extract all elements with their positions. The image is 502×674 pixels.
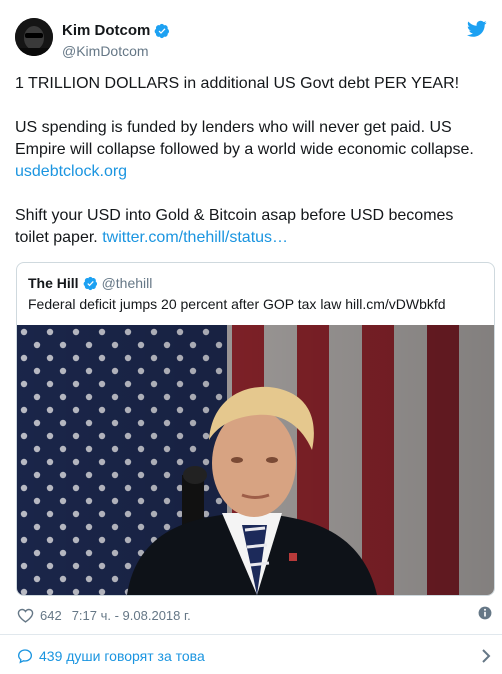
tweet-paragraph-2-text: US spending is funded by lenders who wil… <box>15 119 474 158</box>
quoted-tweet-image[interactable] <box>17 325 494 595</box>
tweet-header: Kim Dotcom @KimDotcom <box>15 18 487 62</box>
tweet-timestamp[interactable]: 7:17 ч. - 9.08.2018 г. <box>72 608 191 623</box>
usdebtclock-link[interactable]: usdebtclock.org <box>15 163 127 180</box>
quoted-tweet-header: The Hill @thehill <box>28 274 152 292</box>
tweet-paragraph-1: 1 TRILLION DOLLARS in additional US Govt… <box>15 73 487 95</box>
tweet-paragraph-2: US spending is funded by lenders who wil… <box>15 117 487 183</box>
verified-badge-icon <box>83 276 97 290</box>
tweet-card: Kim Dotcom @KimDotcom 1 TRILLION DOLLARS… <box>0 0 502 674</box>
tweet-paragraph-1-text: 1 TRILLION DOLLARS in additional US Govt… <box>15 75 460 92</box>
like-count[interactable]: 642 <box>40 608 62 623</box>
tweet-meta: 642 7:17 ч. - 9.08.2018 г. <box>17 605 191 625</box>
quoted-handle: @thehill <box>101 275 153 291</box>
avatar-image <box>15 18 53 56</box>
quoted-display-name: The Hill <box>28 275 79 291</box>
conversation-link[interactable]: 439 души говорят за това <box>17 646 205 666</box>
heart-icon[interactable] <box>17 608 34 623</box>
twitter-bird-icon[interactable] <box>467 20 487 38</box>
info-icon[interactable] <box>478 606 492 620</box>
author-handle[interactable]: @KimDotcom <box>62 43 149 59</box>
avatar[interactable] <box>15 18 53 56</box>
quoted-tweet[interactable]: The Hill @thehill Federal deficit jumps … <box>16 262 495 596</box>
thehill-status-link[interactable]: twitter.com/thehill/status… <box>102 229 288 246</box>
tweet-text: 1 TRILLION DOLLARS in additional US Govt… <box>15 73 487 249</box>
author-display-name[interactable]: Kim Dotcom <box>62 22 150 39</box>
reply-bubble-icon <box>17 649 33 664</box>
verified-badge-icon <box>155 23 170 38</box>
tweet-paragraph-3: Shift your USD into Gold & Bitcoin asap … <box>15 205 487 249</box>
chevron-right-icon[interactable] <box>481 648 491 664</box>
quoted-tweet-text: Federal deficit jumps 20 percent after G… <box>28 296 446 312</box>
divider <box>0 634 502 635</box>
name-line: Kim Dotcom <box>62 22 170 39</box>
conversation-text: 439 души говорят за това <box>39 648 205 664</box>
